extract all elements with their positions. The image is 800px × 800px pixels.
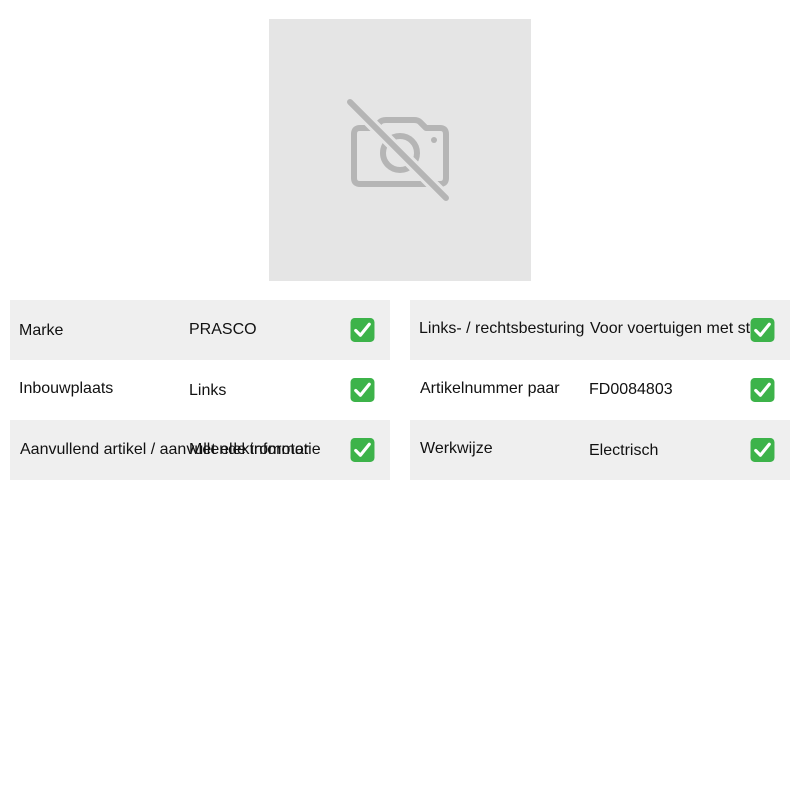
- spec-row: Aanvullend artikel / aanvullende informa…: [10, 420, 390, 480]
- spec-value: Electrisch: [589, 442, 659, 459]
- spec-table-right: Links- / rechtsbesturing Voor voertuigen…: [410, 300, 790, 480]
- product-image-placeholder: [269, 19, 531, 281]
- spec-table-left: Marke PRASCO Inbouwplaats Links Aanvulle…: [10, 300, 390, 480]
- check-icon: [350, 438, 375, 463]
- spec-row: Artikelnummer paar FD0084803: [410, 360, 790, 420]
- check-icon: [350, 318, 375, 343]
- spec-row: Links- / rechtsbesturing Voor voertuigen…: [410, 300, 790, 360]
- check-icon: [350, 378, 375, 403]
- spec-row: Marke PRASCO: [10, 300, 390, 360]
- spec-label: Marke: [19, 322, 64, 339]
- spec-value: Voor voertuigen met stuur: [590, 320, 774, 337]
- product-detail-page: Marke PRASCO Inbouwplaats Links Aanvulle…: [0, 0, 800, 800]
- no-photo-icon: [346, 98, 450, 202]
- spec-row: Inbouwplaats Links: [10, 360, 390, 420]
- spec-value: FD0084803: [589, 381, 673, 398]
- spec-label: Artikelnummer paar: [420, 380, 560, 397]
- spec-value: Met elektromotor: [189, 441, 310, 458]
- check-icon: [750, 378, 775, 403]
- spec-label: Werkwijze: [420, 440, 493, 457]
- spec-label: Inbouwplaats: [19, 380, 114, 397]
- check-icon: [750, 438, 775, 463]
- spec-row: Werkwijze Electrisch: [410, 420, 790, 480]
- spec-value: Links: [189, 382, 227, 399]
- spec-value: PRASCO: [189, 321, 257, 338]
- check-icon: [750, 318, 775, 343]
- spec-label: Links- / rechtsbesturing: [419, 320, 585, 337]
